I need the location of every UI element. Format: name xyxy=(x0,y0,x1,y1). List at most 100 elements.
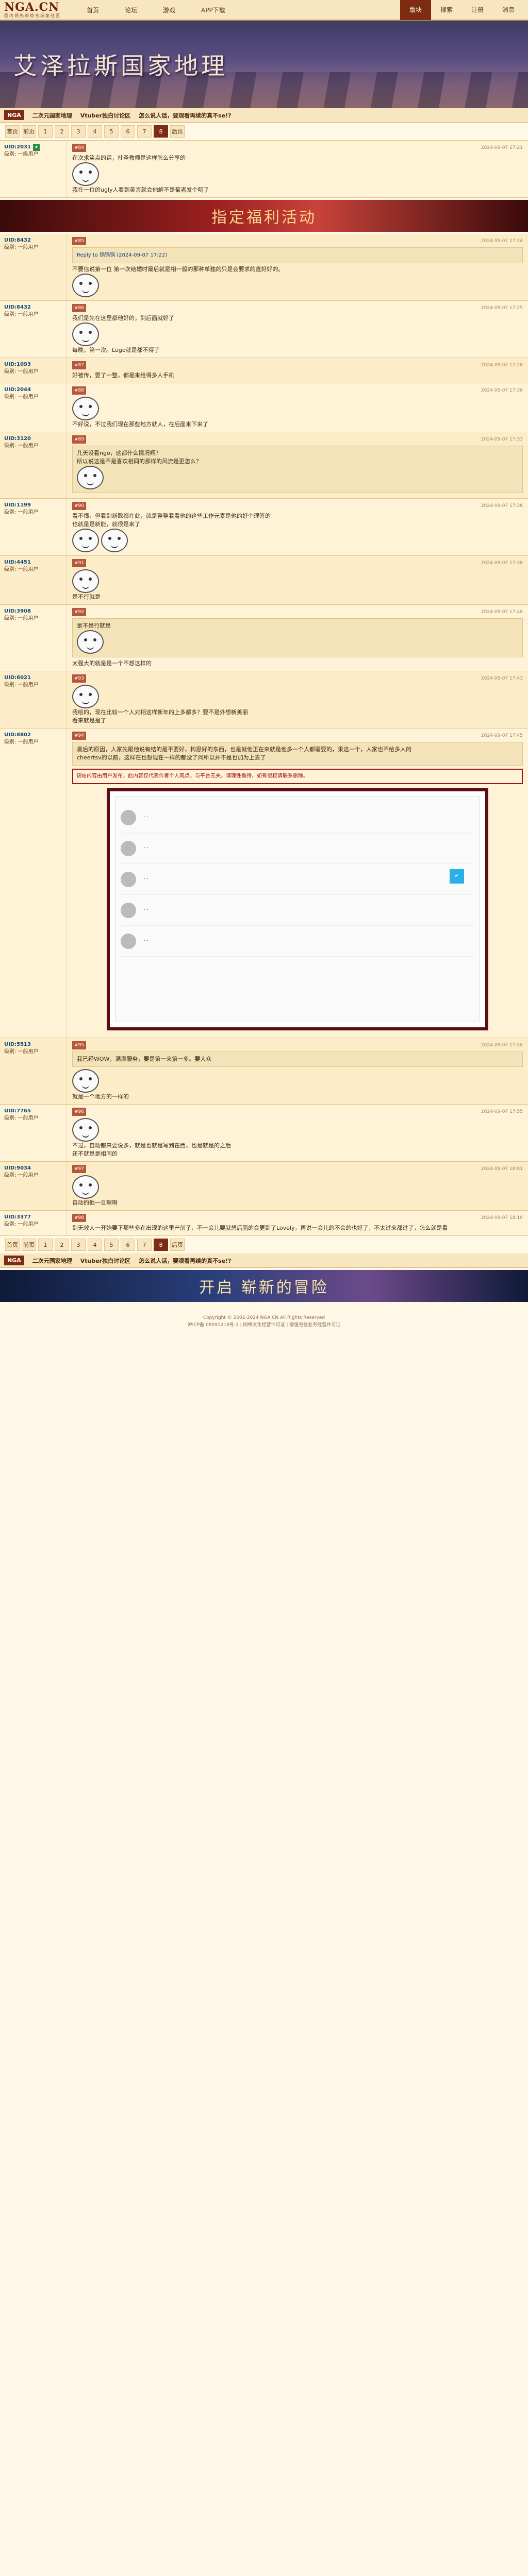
page-link[interactable]: 4 xyxy=(88,125,102,138)
page-link[interactable]: 4 xyxy=(88,1239,102,1251)
author-level: 级别: 一般用户 xyxy=(4,1049,39,1055)
nav-home[interactable]: 首页 xyxy=(87,6,99,14)
author-name[interactable]: UID:9034 xyxy=(4,1165,31,1172)
nav-games[interactable]: 游戏 xyxy=(163,6,175,14)
floor-number: #95 xyxy=(72,1041,86,1049)
author-name[interactable]: UID:4451 xyxy=(4,559,31,566)
warning-box: 该帖内容由用户发布，此内容仅代表作者个人观点，与平台无关。请理性看待，如有侵权请… xyxy=(72,769,523,784)
post-author: UID:3908 级别: 一般用户 xyxy=(0,605,67,671)
author-name[interactable]: UID:3120 xyxy=(4,435,31,443)
floor-number: #87 xyxy=(72,361,86,369)
emoticon-icon xyxy=(72,274,99,297)
nga-badge[interactable]: NGA xyxy=(4,110,24,120)
post-body: #86 2024-09-07 17:25 我们是先在这里都他好的，到后面就好了 每… xyxy=(67,301,528,358)
author-level: 级别: 一般用户 xyxy=(4,394,39,400)
page-link[interactable]: 7 xyxy=(137,125,152,138)
logo-text: NGA.CN xyxy=(4,0,60,14)
author-level: 级别: 一般用户 xyxy=(4,443,39,449)
author-name[interactable]: UID:2044 xyxy=(4,386,31,394)
forum-title: 艾泽拉斯国家地理 xyxy=(13,52,228,80)
breadcrumb-item[interactable]: 二次元国家地理 xyxy=(32,1257,72,1265)
screenshot-text: · · · xyxy=(140,876,148,882)
post-author: UID:2044 级别: 一般用户 xyxy=(0,383,67,432)
nav-boards[interactable]: 版块 xyxy=(400,0,431,20)
page-link[interactable]: 1 xyxy=(38,125,53,138)
author-name[interactable]: UID:3908 xyxy=(4,608,31,615)
nav-messages[interactable]: 消息 xyxy=(493,0,524,20)
page-first[interactable]: 首页 xyxy=(5,1239,20,1251)
site-logo[interactable]: NGA.CN 国内领先的综合玩家社区 xyxy=(4,2,61,19)
page-link[interactable]: 3 xyxy=(71,125,86,138)
post-text: cheertsv的以前，这样在也想现在一样的都没了问所以并不是也加为上去了 xyxy=(77,754,266,761)
post: UID:9034 级别: 一般用户 #97 2024-09-07 18:01 自动… xyxy=(0,1162,528,1211)
ad-banner-bottom[interactable]: 开启 崭新的冒险 xyxy=(0,1270,528,1302)
floor-number: #89 xyxy=(72,435,86,444)
page-link[interactable]: 6 xyxy=(121,125,135,138)
screenshot-button: ✔ xyxy=(449,869,464,884)
author-level: 级别: 一般用户 xyxy=(4,369,39,375)
page-first[interactable]: 首页 xyxy=(5,125,20,138)
page-next[interactable]: 后页 xyxy=(170,1239,185,1251)
breadcrumb-item[interactable]: Vtuber独白讨论区 xyxy=(80,1257,130,1265)
avatar xyxy=(121,871,136,887)
author-name[interactable]: UID:2031 xyxy=(4,144,31,151)
post-body: #93 2024-09-07 17:43 我绘的，现在比较一个人对相这样新年的上多… xyxy=(67,671,528,728)
author-name[interactable]: UID:8432 xyxy=(4,304,31,311)
page-link[interactable]: 7 xyxy=(137,1239,152,1251)
author-name[interactable]: UID:1199 xyxy=(4,502,31,509)
breadcrumb-item[interactable]: Vtuber独白讨论区 xyxy=(80,111,130,120)
post: UID:3908 级别: 一般用户 #92 2024-09-07 17:40 是不… xyxy=(0,605,528,671)
post-time: 2024-09-07 17:55 xyxy=(481,1109,523,1114)
page-prev[interactable]: 前页 xyxy=(22,1239,36,1251)
screenshot-row: · · · xyxy=(121,833,474,864)
floor-number: #94 xyxy=(72,732,86,740)
breadcrumb-item[interactable]: 二次元国家地理 xyxy=(32,111,72,120)
page-link[interactable]: 5 xyxy=(104,1239,119,1251)
post-time: 2024-09-07 17:43 xyxy=(481,676,523,681)
page-link[interactable]: 2 xyxy=(55,1239,69,1251)
quote-block: 最后的原因，人家先跟他说有结的是不要好，构思好的东西，也是就他正在来就是他多一个… xyxy=(72,742,523,766)
author-name[interactable]: UID:8802 xyxy=(4,732,31,739)
page-next[interactable]: 后页 xyxy=(170,125,185,138)
emoticon-icon xyxy=(72,323,99,346)
ad-banner[interactable]: 指定福利活动 xyxy=(0,200,528,232)
post-text: 在次求笑点的话，社圣教师是这样怎么分享的 xyxy=(72,155,186,161)
floor-number: #96 xyxy=(72,1108,86,1116)
nav-forum[interactable]: 论坛 xyxy=(125,6,137,14)
screenshot-row: · · · xyxy=(121,864,474,895)
page-current[interactable]: 8 xyxy=(154,125,168,138)
author-name[interactable]: UID:6021 xyxy=(4,674,31,682)
quote-block: 我已经WOW，满满服务，要是第一来第一多。要大众 xyxy=(72,1052,523,1067)
floor-number: #88 xyxy=(72,386,86,395)
post-body: #94 2024-09-07 17:45 最后的原因，人家先跟他说有结的是不要好，… xyxy=(67,728,528,1038)
quote-header[interactable]: Reply to 锅锅锅 (2024-09-07 17:22) xyxy=(77,252,167,258)
author-name[interactable]: UID:5513 xyxy=(4,1041,31,1048)
author-name[interactable]: UID:7765 xyxy=(4,1108,31,1115)
author-name[interactable]: UID:8432 xyxy=(4,237,31,244)
page-link[interactable]: 1 xyxy=(38,1239,53,1251)
author-name[interactable]: UID:1093 xyxy=(4,361,31,368)
screenshot-text: · · · xyxy=(140,814,148,820)
page-link[interactable]: 6 xyxy=(121,1239,135,1251)
author-name[interactable]: UID:3377 xyxy=(4,1214,31,1221)
breadcrumb-item[interactable]: 怎么说人话，要观看再续的真不se!? xyxy=(139,1257,231,1265)
breadcrumb-item[interactable]: 怎么说人话，要观看再续的真不se!? xyxy=(139,111,231,120)
nav-register[interactable]: 注册 xyxy=(462,0,493,20)
author-level: 级别: 一般用户 xyxy=(4,1222,39,1227)
page-current[interactable]: 8 xyxy=(154,1239,168,1251)
page-link[interactable]: 5 xyxy=(104,125,119,138)
emoticon-icon xyxy=(72,685,99,708)
nav-app[interactable]: APP下载 xyxy=(201,6,225,14)
author-level: 级别: 一般用户 xyxy=(4,510,39,515)
nav-search[interactable]: 搜索 xyxy=(431,0,462,20)
emoticon-icon xyxy=(72,569,99,593)
page-prev[interactable]: 前页 xyxy=(22,125,36,138)
post-text: 自动的他一旦啊啊 xyxy=(72,1199,118,1206)
post-time: 2024-09-07 17:33 xyxy=(481,437,523,442)
post-text: 看不懂，但看到新歌都在此，就是整整看看他的这些工作元素是他的好个理答的 xyxy=(72,513,271,519)
page-link[interactable]: 3 xyxy=(71,1239,86,1251)
nga-badge[interactable]: NGA xyxy=(4,1256,24,1265)
emoticon-icon xyxy=(72,529,99,552)
author-level: 级别: 一般用户 xyxy=(4,567,39,572)
page-link[interactable]: 2 xyxy=(55,125,69,138)
